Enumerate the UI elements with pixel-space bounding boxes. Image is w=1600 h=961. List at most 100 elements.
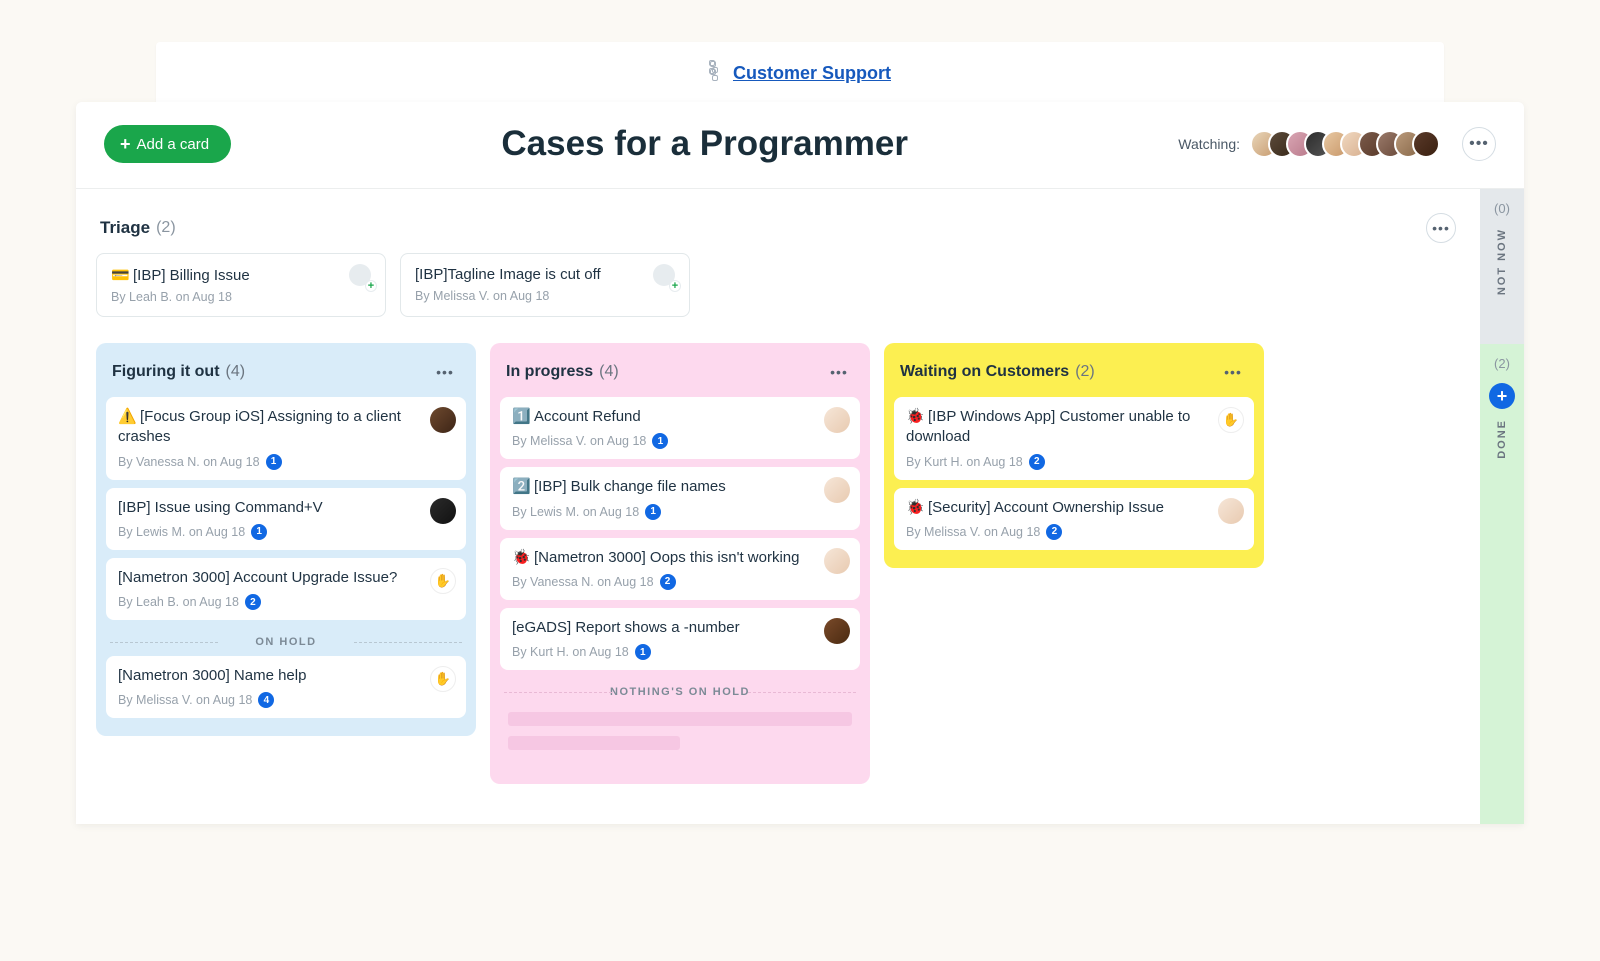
card[interactable]: 2️⃣[IBP] Bulk change file names By Lewis … bbox=[500, 467, 860, 529]
card-title: [Nametron 3000] Name help bbox=[118, 666, 454, 686]
column-more-button[interactable]: ••• bbox=[430, 357, 460, 387]
board: + Add a card Cases for a Programmer Watc… bbox=[76, 102, 1524, 824]
card-title: [IBP]Tagline Image is cut off bbox=[415, 266, 675, 283]
assignee-avatar[interactable] bbox=[824, 407, 850, 433]
column-more-button[interactable]: ••• bbox=[1218, 357, 1248, 387]
watchers-avatars[interactable] bbox=[1250, 130, 1440, 158]
comment-badge: 1 bbox=[635, 644, 651, 660]
avatar[interactable] bbox=[1412, 130, 1440, 158]
comment-badge: 2 bbox=[245, 594, 261, 610]
card-title: 1️⃣Account Refund bbox=[512, 407, 848, 427]
comment-badge: 1 bbox=[251, 524, 267, 540]
card-icon: 🐞 bbox=[906, 407, 924, 427]
card[interactable]: [eGADS] Report shows a -number By Kurt H.… bbox=[500, 608, 860, 670]
card-icon: 1️⃣ bbox=[512, 407, 530, 427]
column-blue: Figuring it out(4)•••⚠️[Focus Group iOS]… bbox=[96, 343, 476, 736]
add-card-label: Add a card bbox=[137, 136, 210, 153]
comment-badge: 4 bbox=[258, 692, 274, 708]
breadcrumb-bar: Customer Support bbox=[156, 42, 1444, 102]
card-byline: By Lewis M. on Aug 18 1 bbox=[512, 504, 848, 520]
column-count: (4) bbox=[226, 363, 246, 381]
rail-not-now[interactable]: (0) NOT NOW bbox=[1480, 189, 1524, 344]
rail-not-now-label: NOT NOW bbox=[1496, 228, 1508, 295]
comment-badge: 1 bbox=[645, 504, 661, 520]
assignee-avatar[interactable] bbox=[824, 548, 850, 574]
assignee-avatar[interactable] bbox=[1218, 498, 1244, 524]
card-title: [eGADS] Report shows a -number bbox=[512, 618, 848, 638]
on-hold-divider: NOTHING'S ON HOLD bbox=[500, 678, 860, 706]
assignee-avatar[interactable] bbox=[430, 498, 456, 524]
card-title: ⚠️[Focus Group iOS] Assigning to a clien… bbox=[118, 407, 454, 448]
card-byline: By Leah B. on Aug 18 2 bbox=[118, 594, 454, 610]
placeholder bbox=[500, 706, 860, 774]
card-title: [IBP] Issue using Command+V bbox=[118, 498, 454, 518]
side-rails: (0) NOT NOW (2) + DONE bbox=[1480, 189, 1524, 824]
assignee-avatar[interactable] bbox=[824, 477, 850, 503]
card-icon: 🐞 bbox=[906, 498, 924, 518]
card-title: 🐞[IBP Windows App] Customer unable to do… bbox=[906, 407, 1242, 448]
card[interactable]: 🐞[Nametron 3000] Oops this isn't working… bbox=[500, 538, 860, 600]
column-title: In progress bbox=[506, 363, 593, 381]
rail-done-count: (2) bbox=[1494, 356, 1510, 371]
card-icon: ⚠️ bbox=[118, 407, 136, 427]
card[interactable]: [Nametron 3000] Account Upgrade Issue? By… bbox=[106, 558, 466, 620]
card-title: 🐞[Security] Account Ownership Issue bbox=[906, 498, 1242, 518]
plus-icon: + bbox=[669, 280, 681, 292]
card-icon: 2️⃣ bbox=[512, 477, 530, 497]
card-title: 2️⃣[IBP] Bulk change file names bbox=[512, 477, 848, 497]
column-more-button[interactable]: ••• bbox=[824, 357, 854, 387]
card-byline: By Vanessa N. on Aug 18 2 bbox=[512, 574, 848, 590]
card-byline: By Kurt H. on Aug 18 1 bbox=[512, 644, 848, 660]
card-byline: By Lewis M. on Aug 18 1 bbox=[118, 524, 454, 540]
assignee-avatar[interactable] bbox=[430, 407, 456, 433]
triage-card[interactable]: [IBP]Tagline Image is cut offBy Melissa … bbox=[400, 253, 690, 317]
grid-icon bbox=[709, 60, 725, 76]
comment-badge: 1 bbox=[266, 454, 282, 470]
comment-badge: 2 bbox=[1029, 454, 1045, 470]
board-header: + Add a card Cases for a Programmer Watc… bbox=[76, 102, 1524, 189]
card-icon: 💳 bbox=[111, 266, 129, 284]
card-title: 🐞[Nametron 3000] Oops this isn't working bbox=[512, 548, 848, 568]
card[interactable]: [Nametron 3000] Name help By Melissa V. o… bbox=[106, 656, 466, 718]
column-pink: In progress (4) ••• 1️⃣Account Refund By Mel… bbox=[490, 343, 870, 784]
assignee-avatar[interactable] bbox=[824, 618, 850, 644]
assignee-avatar[interactable]: ✋ bbox=[430, 666, 456, 692]
rail-done-label: DONE bbox=[1496, 419, 1508, 459]
card[interactable]: 🐞[Security] Account Ownership Issue By Me… bbox=[894, 488, 1254, 550]
rail-done-add-button[interactable]: + bbox=[1489, 383, 1515, 409]
card-icon: 🐞 bbox=[512, 548, 530, 568]
add-assignee-button[interactable]: + bbox=[349, 264, 375, 290]
board-more-button[interactable]: ••• bbox=[1462, 127, 1496, 161]
card-byline: By Melissa V. on Aug 18 1 bbox=[512, 433, 848, 449]
assignee-avatar[interactable]: ✋ bbox=[430, 568, 456, 594]
column-count: (4) bbox=[599, 363, 619, 381]
breadcrumb-link[interactable]: Customer Support bbox=[733, 63, 891, 83]
rail-not-now-count: (0) bbox=[1494, 201, 1510, 216]
comment-badge: 1 bbox=[652, 433, 668, 449]
assignee-avatar[interactable]: ✋ bbox=[1218, 407, 1244, 433]
rail-done[interactable]: (2) + DONE bbox=[1480, 344, 1524, 824]
comment-badge: 2 bbox=[1046, 524, 1062, 540]
watching-section: Watching: ••• bbox=[1178, 127, 1496, 161]
card-title: [Nametron 3000] Account Upgrade Issue? bbox=[118, 568, 454, 588]
card-byline: By Leah B. on Aug 18 bbox=[111, 290, 371, 304]
column-title: Waiting on Customers bbox=[900, 363, 1069, 381]
card[interactable]: ⚠️[Focus Group iOS] Assigning to a clien… bbox=[106, 397, 466, 480]
triage-card[interactable]: 💳[IBP] Billing IssueBy Leah B. on Aug 18… bbox=[96, 253, 386, 317]
card-byline: By Melissa V. on Aug 18 2 bbox=[906, 524, 1242, 540]
watching-label: Watching: bbox=[1178, 136, 1240, 152]
card[interactable]: 🐞[IBP Windows App] Customer unable to do… bbox=[894, 397, 1254, 480]
card-byline: By Melissa V. on Aug 18 4 bbox=[118, 692, 454, 708]
triage-more-button[interactable]: ••• bbox=[1426, 213, 1456, 243]
column-yellow: Waiting on Customers(2)•••🐞[IBP Windows … bbox=[884, 343, 1264, 568]
card[interactable]: 1️⃣Account Refund By Melissa V. on Aug 18… bbox=[500, 397, 860, 459]
comment-badge: 2 bbox=[660, 574, 676, 590]
triage-count: (2) bbox=[156, 219, 176, 237]
card[interactable]: [IBP] Issue using Command+V By Lewis M. o… bbox=[106, 488, 466, 550]
triage-title: Triage bbox=[100, 218, 150, 238]
board-title: Cases for a Programmer bbox=[231, 124, 1178, 164]
plus-icon: + bbox=[120, 135, 131, 153]
add-assignee-button[interactable]: + bbox=[653, 264, 679, 290]
add-card-button[interactable]: + Add a card bbox=[104, 125, 231, 163]
card-byline: By Vanessa N. on Aug 18 1 bbox=[118, 454, 454, 470]
